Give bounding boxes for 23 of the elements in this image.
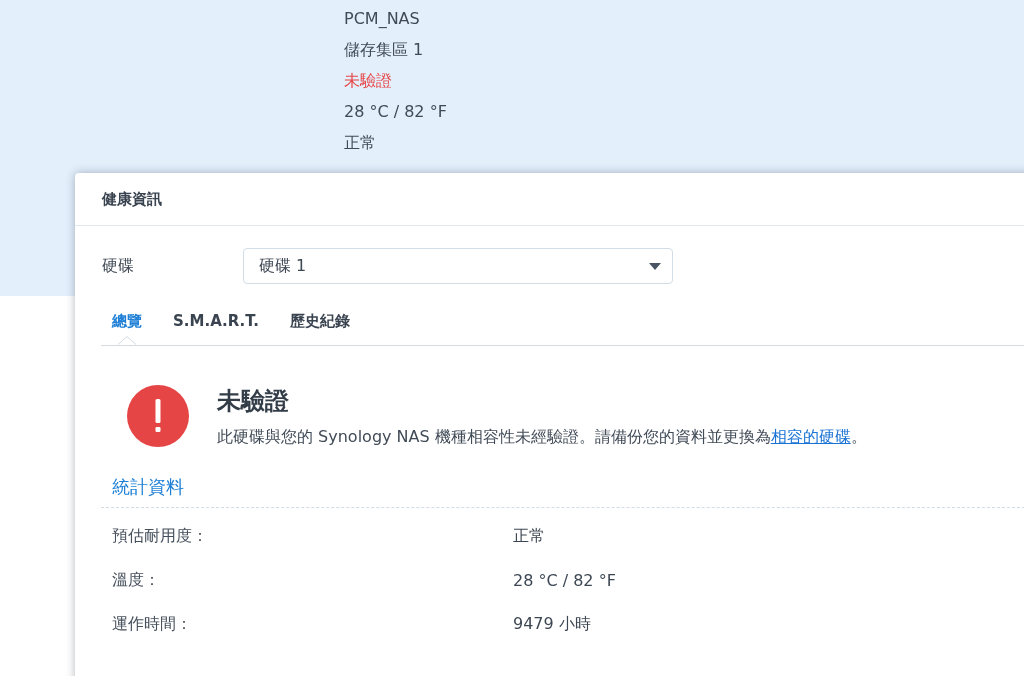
alert-title: 未驗證	[217, 386, 289, 417]
compatible-drives-link[interactable]: 相容的硬碟	[770, 427, 851, 446]
tab[interactable]: 總覽	[101, 311, 153, 345]
detail-text: 正常	[344, 132, 376, 154]
detail-text: 28 °C / 82 °F	[344, 101, 447, 123]
stat-label: 預估耐用度：	[112, 525, 209, 547]
detail-text: PCM_NAS	[344, 8, 420, 30]
detail-text: 儲存集區 1	[344, 39, 424, 61]
drive-dropdown[interactable]: 硬碟 1	[243, 248, 673, 284]
dialog-title: 健康資訊	[102, 189, 162, 209]
error-icon	[127, 385, 189, 447]
caret-icon	[649, 262, 661, 270]
tab[interactable]: S.M.A.R.T.	[162, 311, 270, 345]
tab[interactable]: 歷史紀錄	[278, 311, 361, 345]
stat-value: 28 °C / 82 °F	[513, 570, 616, 590]
detail-text: 未驗證	[344, 70, 392, 92]
stat-value: 9479 小時	[513, 613, 591, 635]
alert-message: 此硬碟與您的 Synology NAS 機種相容性未經驗證。請備份您的資料並更換為相容的硬碟。	[217, 426, 867, 448]
field-label: 硬碟	[101, 255, 135, 277]
section-title: 統計資料	[112, 476, 184, 497]
stat-label: 溫度：	[112, 569, 161, 591]
stat-label: 運作時間：	[112, 613, 193, 635]
stat-value: 正常	[513, 525, 545, 547]
